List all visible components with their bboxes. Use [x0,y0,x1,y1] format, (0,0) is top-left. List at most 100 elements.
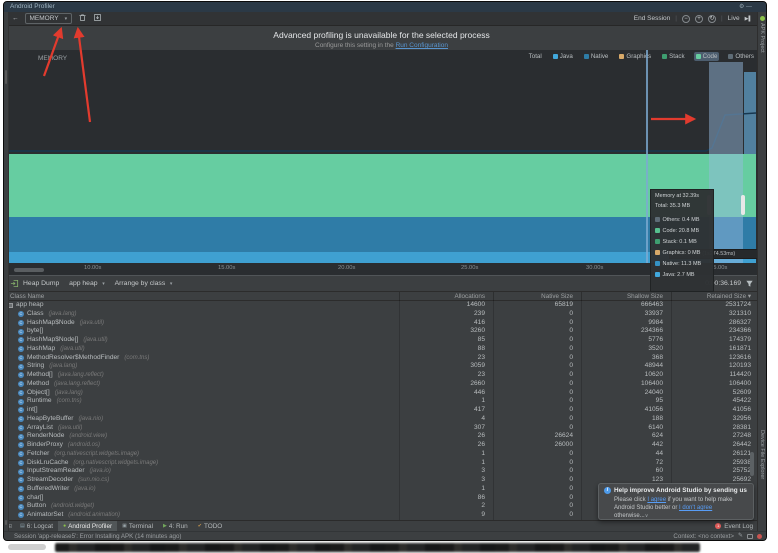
bottom-tab-android-profiler[interactable]: ● Android Profiler [58,521,118,531]
session-type-dropdown[interactable]: MEMORY ▾ [24,13,73,24]
others-swatch-icon [728,54,734,59]
table-row[interactable]: C ArrayList (java.util) 307 0 6140 28381 [4,423,759,433]
right-tool-strip: APK Project Device File Explorer [757,12,766,531]
back-button[interactable]: ← [12,15,19,22]
filter-button[interactable] [745,279,754,290]
lock-icon[interactable] [747,534,753,539]
table-row[interactable]: C Object[] (java.lang) 446 0 24040 52609 [4,388,759,398]
zoom-in-button[interactable]: + [694,14,703,23]
bottom-tab-terminal[interactable]: ▣ Terminal [117,521,158,531]
agree-link[interactable]: I agree [647,497,666,503]
end-session-button[interactable]: End Session [634,15,671,22]
event-log-badge-icon: 1 [715,523,722,529]
swatch-icon [655,250,660,255]
table-row[interactable]: C Runtime (com.tns) 1 0 95 45422 [4,397,759,407]
android-icon [759,16,765,21]
table-row[interactable]: app heap 14600 65819 666463 2531724 [4,301,759,310]
class-icon: C [18,468,24,475]
class-icon: C [18,354,24,361]
heap-dump-button[interactable] [93,13,102,24]
todo-icon: ✔ [197,523,202,529]
memory-area-plot[interactable] [9,62,756,263]
tab-device-file-explorer[interactable]: Device File Explorer [759,430,765,479]
gear-icon[interactable]: ⚙ [739,4,744,10]
table-row[interactable]: C HeapByteBuffer (java.nio) 4 0 188 32956 [4,414,759,424]
filter-icon [746,280,753,287]
x-tick: 15.00s [218,265,236,271]
table-row[interactable]: C BinderProxy (android.os) 26 26000 442 26442 [4,441,759,450]
tooltip-item: Java: 2.7 MB [655,269,709,280]
legend-code[interactable]: Code [693,52,720,61]
pencil-icon[interactable]: ✎ [738,532,743,540]
column-header-shallow-size[interactable]: Shallow Size [581,292,671,301]
legend-total[interactable]: Total [527,52,544,61]
tab-apk-project[interactable]: APK Project [759,23,765,53]
terminal-icon: ▣ [122,523,127,529]
banner-subtext: Configure this setting in the Run Config… [315,42,448,49]
notification-dot-icon[interactable] [757,534,762,539]
memory-chart[interactable]: Total Java Native Graphics Stack Code Others M… [9,50,764,275]
table-row[interactable]: C Method[] (java.lang.reflect) 23 0 10620 1144… [4,371,759,380]
run-icon: ▶ [163,523,167,529]
tooltip-item: Code: 20.8 MB [655,225,709,236]
selection-handle-right [741,195,745,215]
heap-selector[interactable]: app heap ▾ [69,280,105,287]
legend-java[interactable]: Java [551,52,575,61]
reset-zoom-button[interactable]: ↻ [707,14,716,23]
table-row[interactable]: C Class (java.lang) 239 0 33937 321310 [4,309,759,319]
dont-agree-link[interactable]: I don't agree [679,505,712,511]
chart-title: MEMORY [38,55,68,62]
garbage-collect-button[interactable] [78,13,87,24]
bottom-tab-6-logcat[interactable]: ▤ 6: Logcat [15,521,58,531]
legend-graphics[interactable]: Graphics [617,52,653,61]
bottom-tab-4-run[interactable]: ▶ 4: Run [158,521,193,531]
table-scrollbar[interactable] [750,452,754,476]
table-row[interactable]: C RenderNode (android.view) 26 26624 624 27248 [4,432,759,442]
hide-icon[interactable]: — [746,4,752,10]
trash-icon [79,14,86,22]
class-icon: C [18,363,24,370]
left-tool-strip [4,12,9,531]
arrange-selector[interactable]: Arrange by class ▾ [115,280,173,287]
android-profiler-window: Android Profiler ⚙ — ← MEMORY ▾ End Sess… [3,1,767,541]
table-row[interactable]: C HashMap$Node[] (java.util) 85 0 5776 174379 [4,336,759,345]
tooltip-title: Memory at 32.39s [655,193,700,199]
column-header-allocations[interactable]: Allocations [399,292,493,301]
table-row[interactable]: C InputStreamReader (java.io) 3 0 60 25752 [4,467,759,477]
class-icon: C [18,319,24,326]
class-icon: C [18,328,24,335]
table-row[interactable]: C String (java.lang) 3059 0 48944 120193 [4,362,759,372]
legend-others[interactable]: Others [726,52,756,61]
table-row[interactable]: C MethodResolver$MethodFinder (com.tns) 23 0… [4,353,759,363]
table-row[interactable]: Cint[] 417 0 41056 41056 [4,406,759,415]
status-bar: Session 'app-release5': Error Installing… [4,531,766,540]
table-row[interactable]: Cbyte[] 3260 0 234366 234366 [4,327,759,337]
logcat-icon: ▤ [20,523,25,529]
heap-dump-toolbar: Heap Dump app heap ▾ Arrange by class ▾ … [4,275,759,291]
skip-to-live-icon[interactable]: ▶▌ [745,16,752,22]
event-log-button[interactable]: 1 Event Log [715,523,753,530]
zoom-out-button[interactable]: − [681,14,690,23]
table-row[interactable]: C HashMap (java.util) 88 0 3520 161871 [4,344,759,354]
capture-heap-dump-icon [94,13,102,22]
column-header-native-size[interactable]: Native Size [493,292,581,301]
tooltip-item: Graphics: 0 MB [655,247,709,258]
timeline-scrollbar[interactable] [14,268,44,272]
bottom-tab-todo[interactable]: ✔ TODO [193,521,228,531]
column-header-class-name[interactable]: Class Name [4,292,399,301]
legend-native[interactable]: Native [582,52,611,61]
swatch-icon [655,217,660,222]
table-row[interactable]: C Method (java.lang.reflect) 2660 0 106400 106… [4,379,759,389]
column-header-retained-size[interactable]: Retained Size ▾ [671,292,759,301]
table-row[interactable]: C DiskLruCache (org.nativescript.widgets.i… [4,458,759,468]
stack-swatch-icon [662,54,668,59]
chevron-down-icon[interactable]: ∨ [645,513,649,519]
graphics-swatch-icon [619,54,625,59]
live-button[interactable]: Live [728,15,740,22]
run-configuration-link[interactable]: Run Configuration [396,42,448,49]
legend-stack[interactable]: Stack [660,52,686,61]
table-row[interactable]: C HashMap$Node (java.util) 416 0 9984 286327 [4,318,759,328]
x-tick: 20.00s [338,265,356,271]
table-row[interactable]: C Fetcher (org.nativescript.widgets.image)… [4,449,759,459]
tooltip-item: Native: 11.3 MB [655,258,709,269]
